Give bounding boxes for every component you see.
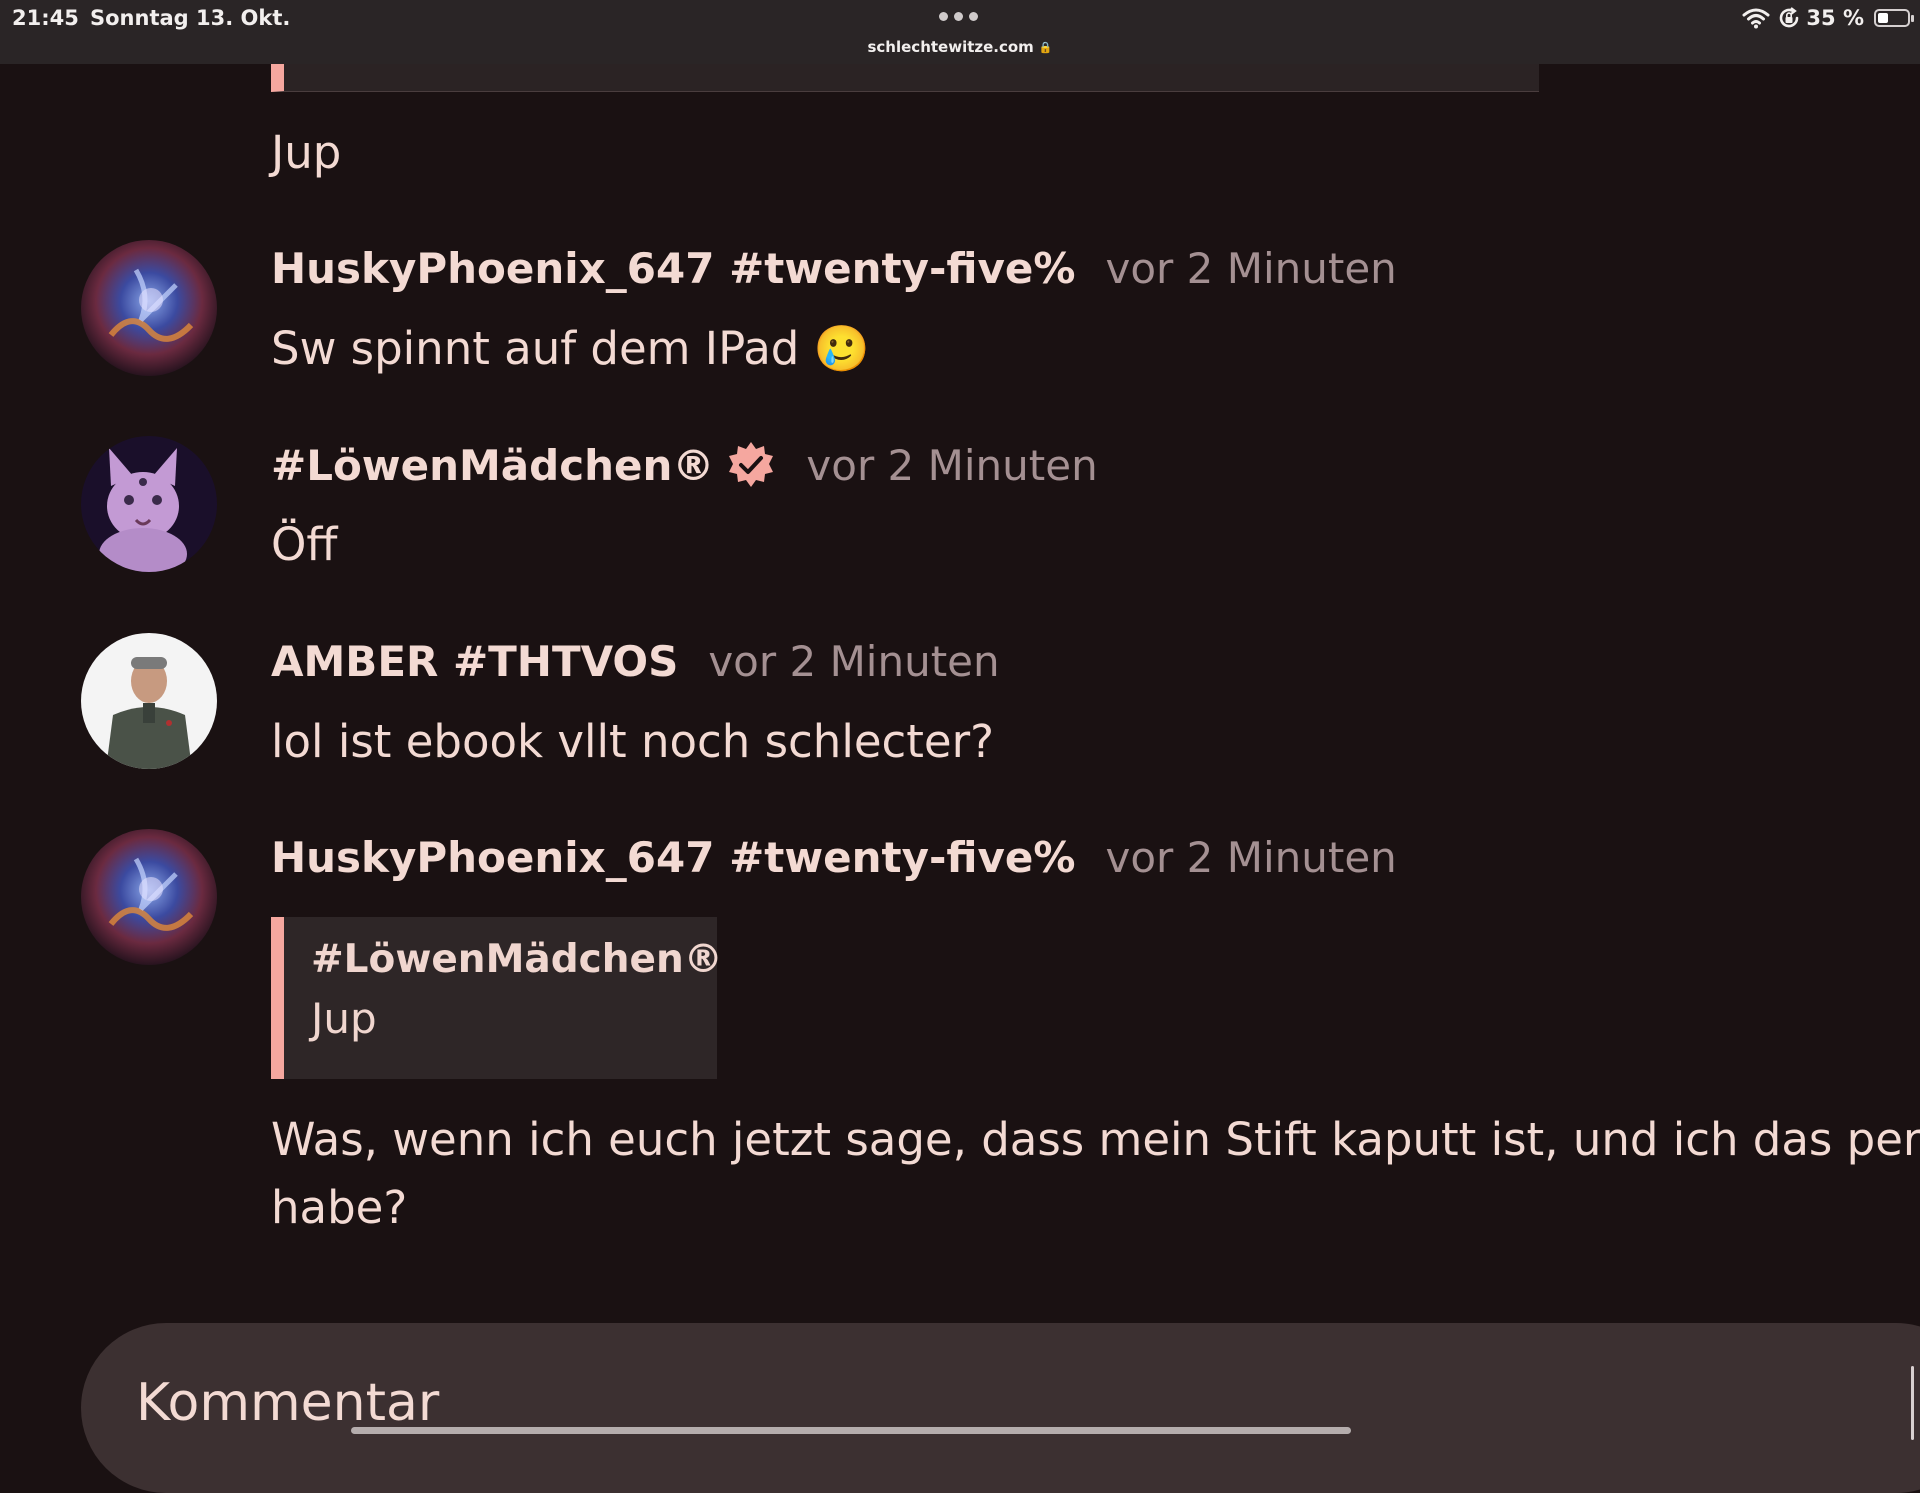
- message-text: lol ist ebook vllt noch schlecter?: [271, 715, 994, 768]
- message-text: Was, wenn ich euch jetzt sage, dass mein…: [271, 1113, 1920, 1234]
- verified-badge-icon: [726, 440, 776, 490]
- status-time: 21:45: [12, 6, 79, 30]
- avatar[interactable]: [81, 436, 217, 572]
- battery-percentage: 35 %: [1806, 6, 1864, 30]
- scrollbar[interactable]: [1911, 1366, 1914, 1440]
- message-time: vor 2 Minuten: [708, 637, 1000, 686]
- comment-placeholder: Kommentar: [136, 1373, 440, 1433]
- message-text: Öff: [271, 518, 338, 571]
- status-indicators: 35 %: [1742, 4, 1914, 32]
- author-name[interactable]: #LöwenMädchen®: [271, 441, 714, 490]
- author-name[interactable]: HuskyPhoenix_647 #twenty-five%: [271, 244, 1075, 293]
- message-text: Sw spinnt auf dem IPad 🥲: [271, 322, 870, 375]
- battery-level-fill: [1878, 13, 1888, 23]
- avatar[interactable]: [81, 240, 217, 376]
- author-name[interactable]: HuskyPhoenix_647 #twenty-five%: [271, 833, 1075, 882]
- reply-quote[interactable]: #LöwenMädchen® Jup: [271, 917, 723, 1079]
- home-indicator[interactable]: [351, 1427, 1351, 1434]
- message-time: vor 2 Minuten: [1105, 833, 1397, 882]
- quoted-text: Jup: [311, 994, 377, 1043]
- status-bar: 21:45 Sonntag 13. Okt. schlechtewitze.co…: [0, 0, 1920, 64]
- avatar[interactable]: [81, 829, 217, 965]
- wifi-icon: [1742, 7, 1770, 29]
- battery-icon: [1874, 9, 1914, 27]
- message-header: HuskyPhoenix_647 #twenty-five% vor 2 Min…: [271, 244, 1397, 293]
- quoted-author: #LöwenMädchen®: [311, 937, 723, 982]
- url-text: schlechtewitze.com: [867, 38, 1034, 56]
- more-dots-icon[interactable]: [939, 12, 981, 22]
- message-text: Jup: [271, 126, 342, 179]
- address-bar[interactable]: schlechtewitze.com 🔒: [860, 38, 1060, 56]
- screen-lock-icon: [1778, 7, 1800, 29]
- author-name[interactable]: AMBER #THTVOS: [271, 637, 678, 686]
- avatar[interactable]: [81, 633, 217, 769]
- lock-icon: 🔒: [1038, 41, 1053, 54]
- message-header: #LöwenMädchen® vor 2 Minuten: [271, 440, 1098, 490]
- message-time: vor 2 Minuten: [806, 440, 1098, 490]
- message-header: HuskyPhoenix_647 #twenty-five% vor 2 Min…: [271, 833, 1397, 882]
- message-time: vor 2 Minuten: [1105, 244, 1397, 293]
- status-date: Sonntag 13. Okt.: [90, 6, 291, 30]
- message-header: AMBER #THTVOS vor 2 Minuten: [271, 637, 1000, 686]
